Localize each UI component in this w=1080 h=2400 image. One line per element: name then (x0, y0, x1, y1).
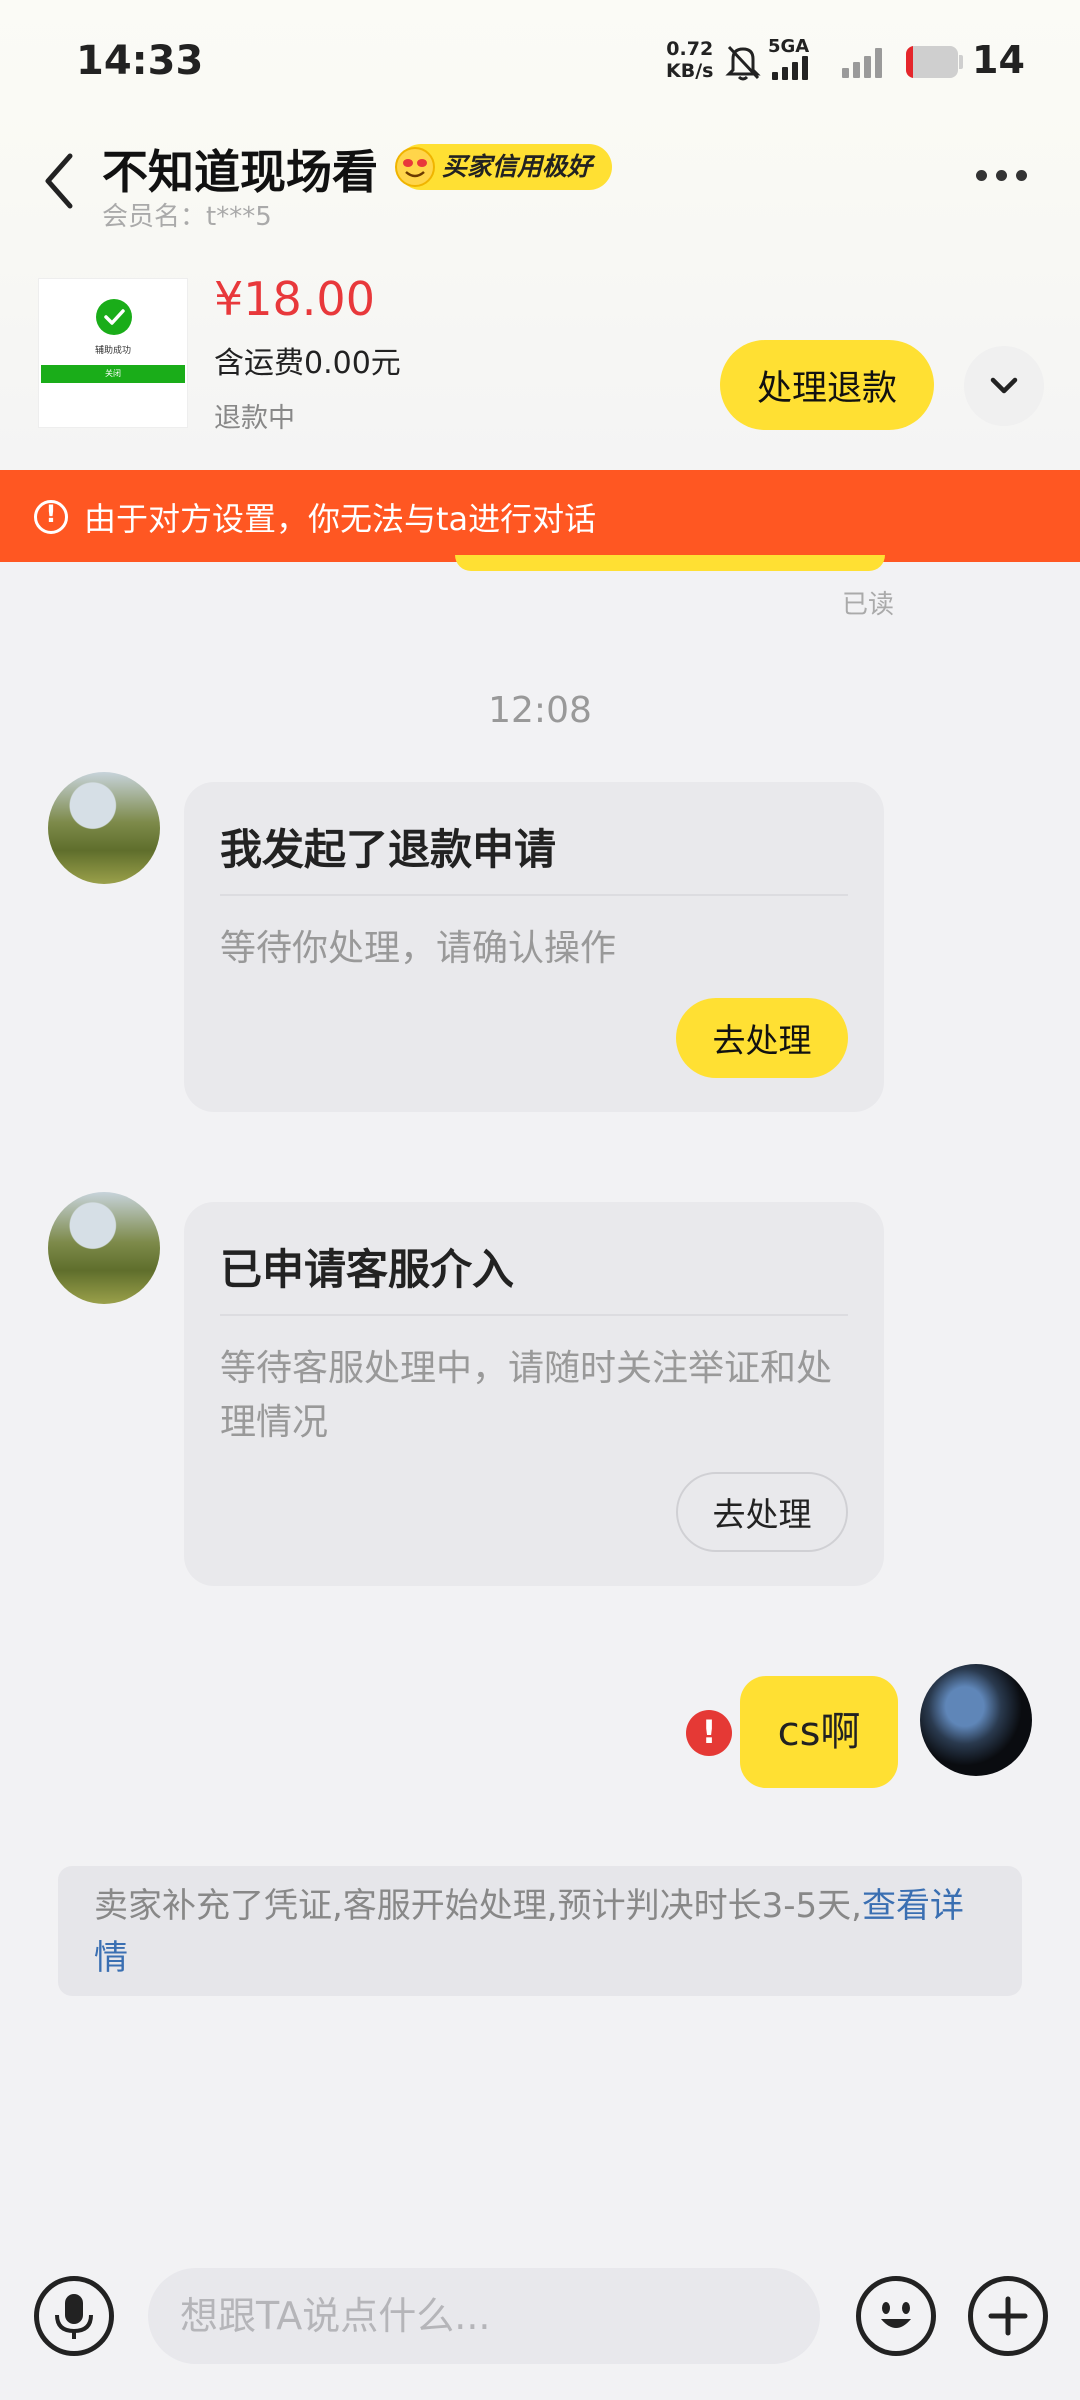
system-notice: 卖家补充了凭证,客服开始处理,预计判决时长3-5天,查看详情 (58, 1866, 1022, 1996)
battery-tip (959, 55, 963, 69)
read-receipt: 已读 (842, 590, 895, 620)
network-speed-unit: KB/s (666, 60, 714, 82)
microphone-icon[interactable] (34, 2276, 114, 2356)
product-thumbnail[interactable]: 辅助成功 关闭 (38, 278, 188, 428)
network-speed: 0.72 KB/s (666, 38, 713, 82)
card-divider (220, 894, 848, 896)
card-title: 我发起了退款申请 (220, 825, 557, 874)
chevron-down-icon (990, 377, 1018, 394)
message-input[interactable] (148, 2268, 820, 2364)
member-name: 会员名：t***5 (102, 202, 272, 232)
process-intervention-button[interactable]: 去处理 (676, 1472, 848, 1552)
thumbnail-caption: 辅助成功 (94, 346, 131, 356)
signal-secondary-icon (842, 46, 882, 78)
credit-badge-text: 买家信用极好 (442, 152, 593, 181)
message-timestamp: 12:08 (488, 690, 592, 731)
thumbnail-button: 关闭 (41, 365, 185, 383)
back-arrow-icon[interactable] (40, 148, 80, 214)
battery-icon (906, 46, 958, 78)
status-bar: 14:33 0.72 KB/s 5GA 14 (0, 0, 1080, 120)
buyer-avatar[interactable] (48, 1192, 160, 1304)
card-description: 等待你处理，请确认操作 (220, 928, 617, 969)
contact-name[interactable]: 不知道现场看 (102, 136, 378, 202)
check-circle-icon (96, 299, 132, 335)
expand-order-button[interactable] (964, 346, 1044, 426)
service-intervention-card: 已申请客服介入 等待客服处理中，请随时关注举证和处理情况 去处理 (184, 1202, 884, 1586)
bell-muted-icon (725, 45, 761, 81)
battery-level: 14 (972, 38, 1025, 82)
smiling-face-icon (395, 147, 435, 187)
network-type: 5GA (768, 36, 810, 57)
signal-5g-icon: 5GA (768, 36, 838, 82)
card-divider (220, 1314, 848, 1316)
emoji-icon[interactable] (856, 2276, 936, 2356)
card-description: 等待客服处理中，请随时关注举证和处理情况 (220, 1348, 833, 1443)
chat-blocked-text: 由于对方设置，你无法与ta进行对话 (84, 500, 597, 538)
status-time: 14:33 (76, 38, 204, 84)
handle-refund-button[interactable]: 处理退款 (720, 340, 934, 430)
credit-badge: 买家信用极好 (395, 144, 613, 190)
shipping-fee: 含运费0.00元 (214, 346, 401, 381)
more-options-icon[interactable] (976, 170, 1040, 194)
refund-request-card: 我发起了退款申请 等待你处理，请确认操作 去处理 (184, 782, 884, 1112)
process-refund-button[interactable]: 去处理 (676, 998, 848, 1078)
buyer-avatar[interactable] (48, 772, 160, 884)
order-status: 退款中 (214, 403, 295, 434)
network-speed-value: 0.72 (666, 38, 714, 60)
previous-message-bubble (455, 555, 885, 571)
alert-circle-icon (34, 500, 68, 534)
my-message-bubble[interactable]: cs啊 (740, 1676, 898, 1788)
system-notice-text: 卖家补充了凭证,客服开始处理,预计判决时长3-5天, (94, 1886, 862, 1926)
plus-icon[interactable] (968, 2276, 1048, 2356)
card-title: 已申请客服介入 (220, 1245, 515, 1294)
order-price: ¥18.00 (214, 272, 375, 326)
my-avatar[interactable] (920, 1664, 1032, 1776)
chat-blocked-banner: 由于对方设置，你无法与ta进行对话 (0, 470, 1080, 562)
send-failed-icon[interactable] (686, 1710, 732, 1756)
